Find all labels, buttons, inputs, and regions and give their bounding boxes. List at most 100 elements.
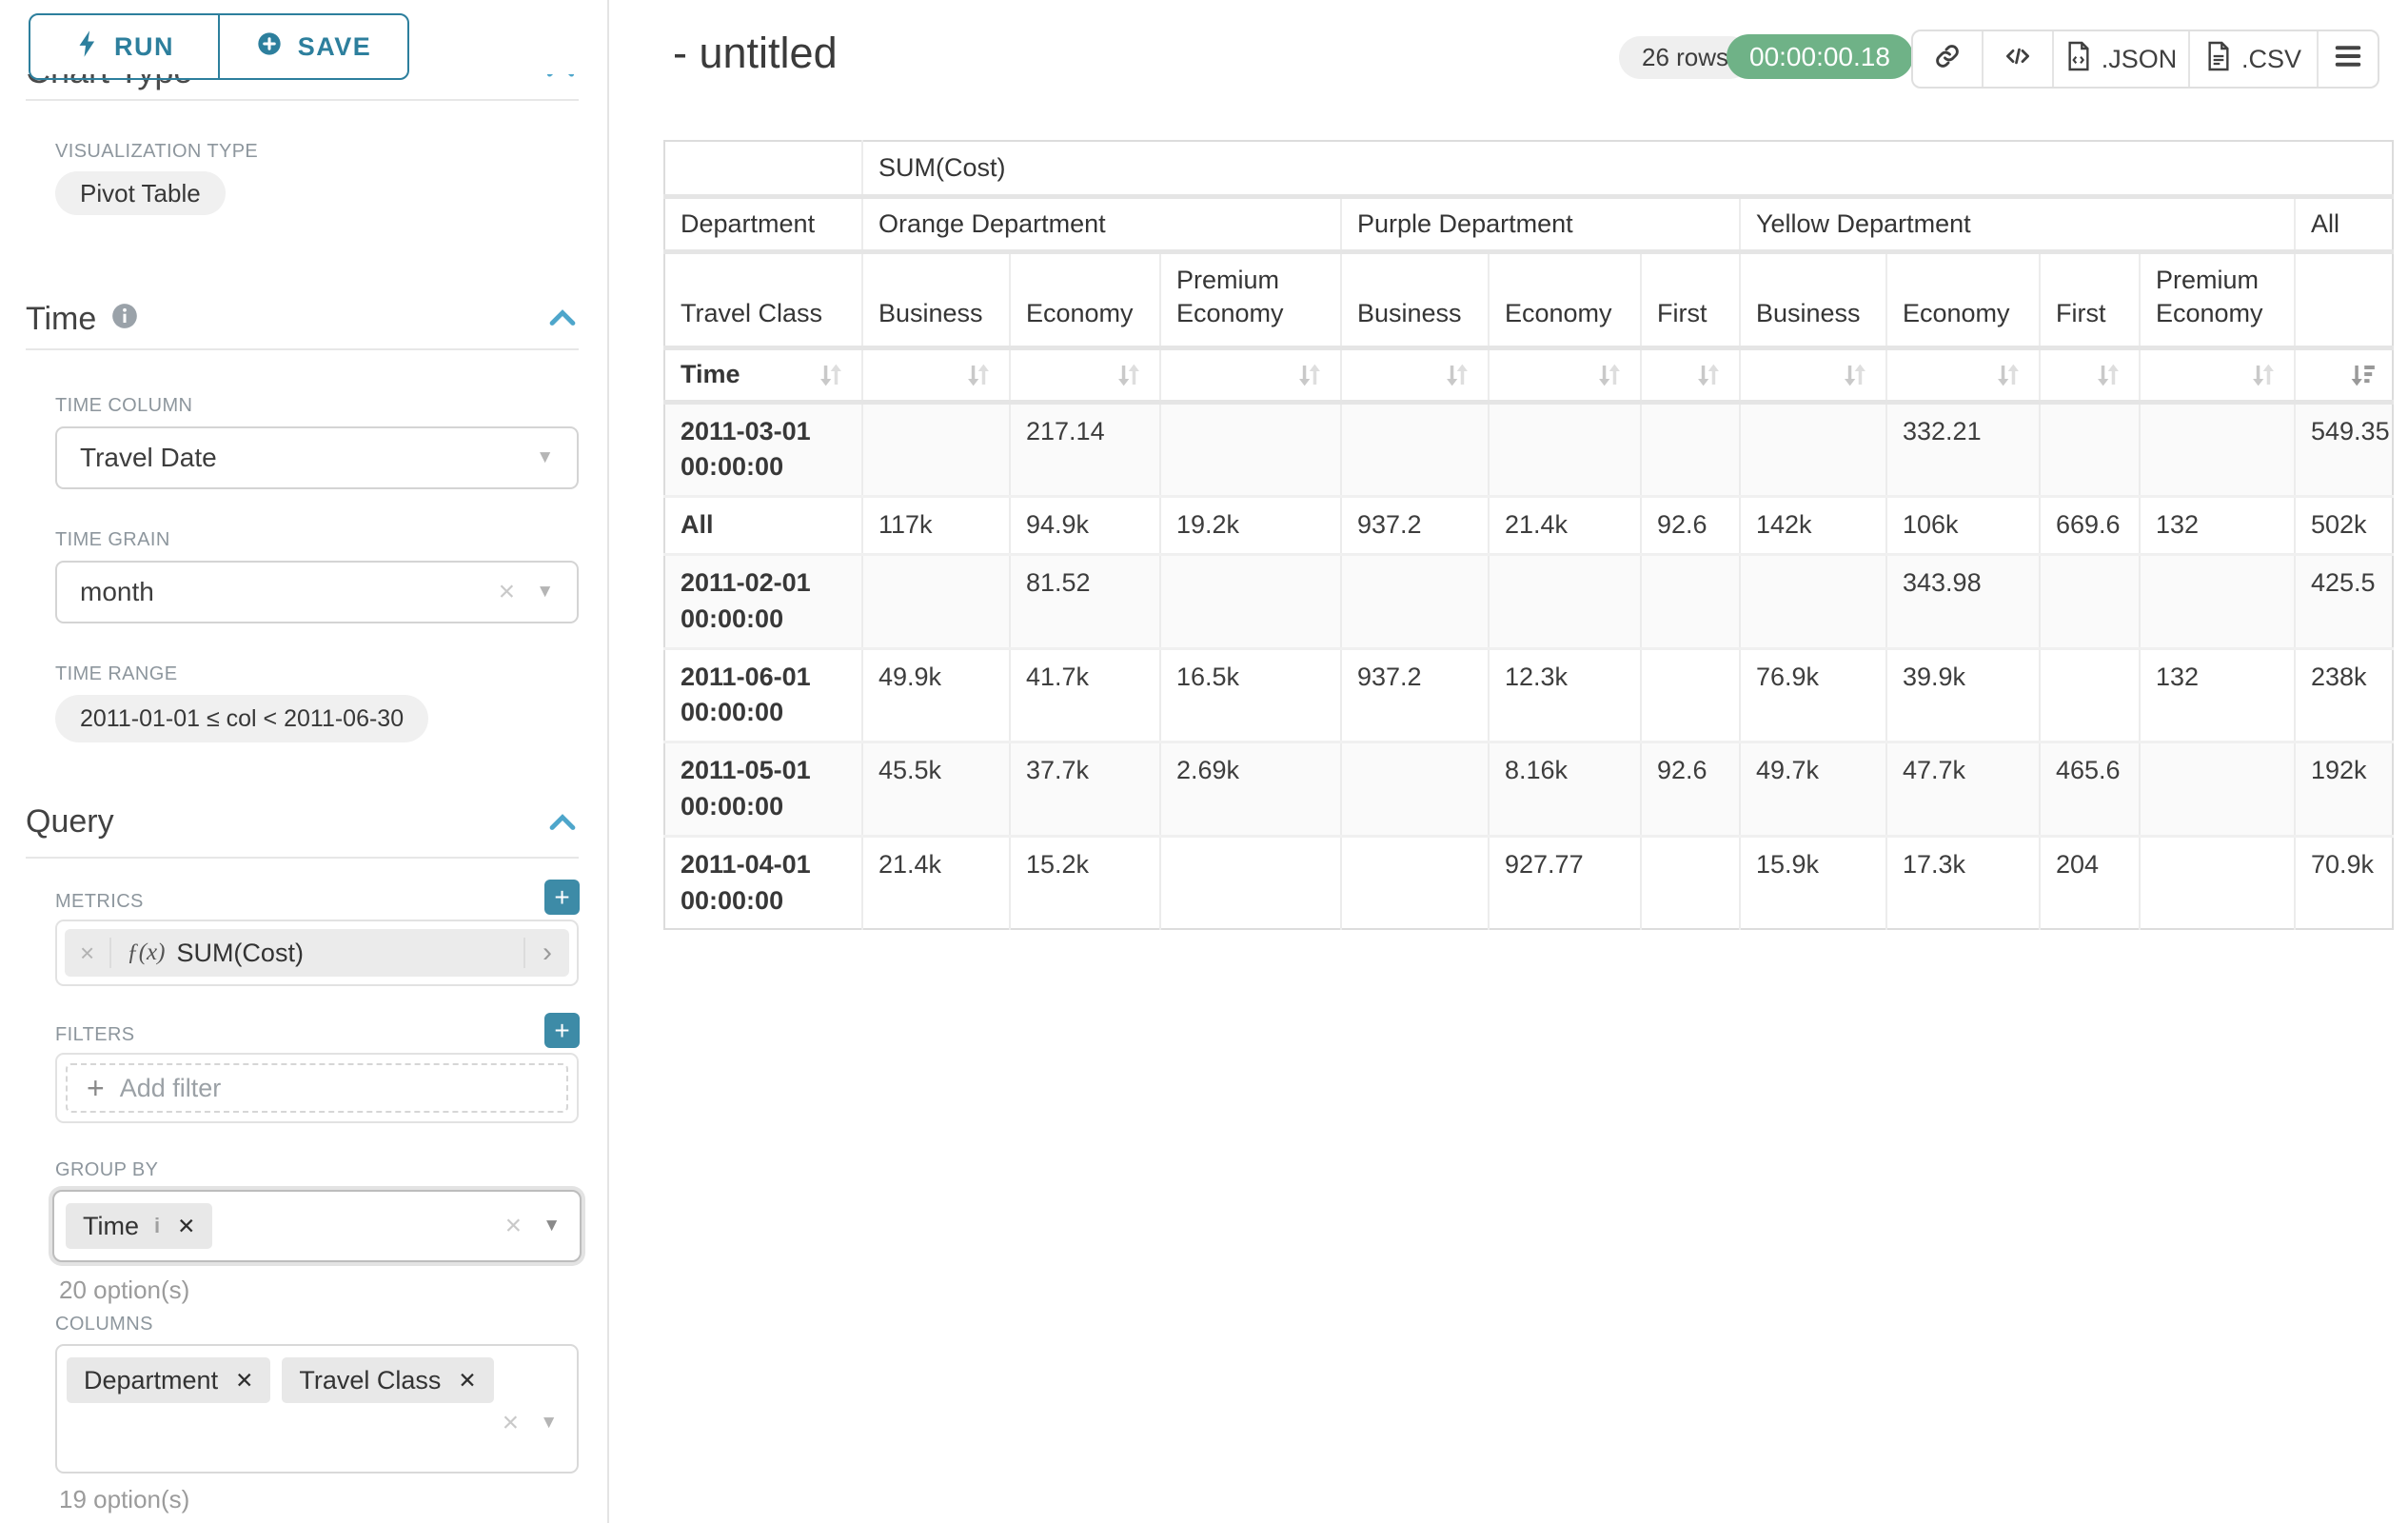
add-filter-placeholder: Add filter: [120, 1074, 222, 1103]
time-section-header[interactable]: Time: [26, 301, 138, 338]
section-divider: [26, 99, 579, 101]
embed-code-button[interactable]: [1982, 31, 2052, 87]
tag-remove-icon[interactable]: ✕: [458, 1368, 476, 1394]
export-json-button[interactable]: .JSON: [2052, 31, 2188, 87]
pivot-sort-cell: [2140, 347, 2295, 402]
pivot-cell: 238k: [2295, 648, 2393, 742]
sort-toggle-icon[interactable]: [1993, 360, 2023, 390]
pivot-cell: [2140, 555, 2295, 649]
metric-item[interactable]: × ƒ(x) SUM(Cost) ›: [65, 929, 569, 977]
pivot-cell: [862, 555, 1010, 649]
time-collapse-chevron-icon[interactable]: [548, 307, 577, 334]
save-button-label: SAVE: [298, 32, 372, 62]
sort-descending-icon[interactable]: [2346, 360, 2377, 390]
pivot-metric-header: SUM(Cost): [862, 141, 2393, 196]
pivot-cell: 37.7k: [1010, 742, 1160, 837]
clear-icon[interactable]: ×: [503, 1409, 520, 1437]
pivot-cell: 132: [2140, 497, 2295, 555]
pivot-sort-cell: [1160, 347, 1341, 402]
export-csv-button[interactable]: .CSV: [2188, 31, 2317, 87]
pivot-cell: 12.3k: [1489, 648, 1641, 742]
metric-name: SUM(Cost): [176, 939, 523, 968]
query-section-header[interactable]: Query: [26, 803, 114, 841]
share-link-button[interactable]: [1913, 31, 1982, 87]
time-column-label: TIME COLUMN: [55, 395, 192, 417]
tag-remove-icon[interactable]: ✕: [235, 1368, 253, 1394]
export-csv-label: .CSV: [2241, 45, 2301, 74]
sort-toggle-icon[interactable]: [2093, 360, 2123, 390]
csv-file-icon: [2205, 41, 2232, 78]
viz-type-pill[interactable]: Pivot Table: [55, 171, 226, 215]
pivot-group-header: All: [2295, 196, 2393, 251]
sort-toggle-icon[interactable]: [1442, 360, 1472, 390]
pivot-cell: 17.3k: [1886, 836, 2040, 929]
sort-toggle-icon[interactable]: [816, 360, 846, 390]
pivot-class-header: Business: [1341, 251, 1489, 347]
tag-label: Department: [84, 1366, 218, 1395]
pivot-cell: [1341, 555, 1489, 649]
add-filter-dropzone[interactable]: + Add filter: [66, 1063, 568, 1113]
pivot-corner-cell: [664, 141, 862, 196]
columns-select[interactable]: Department ✕ Travel Class ✕ × ▼: [55, 1344, 579, 1474]
pivot-cell: 192k: [2295, 742, 2393, 837]
pivot-cell: [1341, 742, 1489, 837]
tag-travel-class[interactable]: Travel Class ✕: [282, 1357, 493, 1403]
pivot-cell: [2140, 402, 2295, 497]
pivot-class-header: Economy: [1489, 251, 1641, 347]
pivot-class-header: Economy: [1886, 251, 2040, 347]
group-by-select[interactable]: Time i ✕ × ▼: [52, 1190, 582, 1262]
pivot-row: 2011-04-01 00:00:0021.4k15.2k927.7715.9k…: [664, 836, 2393, 929]
add-metric-button[interactable]: +: [544, 880, 580, 915]
export-json-label: .JSON: [2102, 45, 2178, 74]
tag-remove-icon[interactable]: ✕: [177, 1214, 195, 1239]
sort-toggle-icon[interactable]: [963, 360, 994, 390]
pivot-cell: 15.2k: [1010, 836, 1160, 929]
menu-button[interactable]: [2317, 31, 2378, 87]
pivot-row: 2011-06-01 00:00:0049.9k41.7k16.5k937.21…: [664, 648, 2393, 742]
pivot-row: 2011-03-01 00:00:00217.14332.21549.35: [664, 402, 2393, 497]
pivot-cell: 465.6: [2040, 742, 2140, 837]
metrics-label: METRICS: [55, 891, 144, 913]
run-button[interactable]: RUN: [30, 15, 218, 78]
tag-time[interactable]: Time i ✕: [66, 1203, 212, 1249]
clear-icon[interactable]: ×: [499, 578, 516, 606]
pivot-cell: 76.9k: [1740, 648, 1886, 742]
save-button[interactable]: SAVE: [218, 15, 407, 78]
pivot-cell: 549.35: [2295, 402, 2393, 497]
sort-toggle-icon[interactable]: [1294, 360, 1325, 390]
sort-toggle-icon[interactable]: [2248, 360, 2279, 390]
query-collapse-chevron-icon[interactable]: [548, 811, 577, 839]
tag-department[interactable]: Department ✕: [67, 1357, 270, 1403]
sort-toggle-icon[interactable]: [1693, 360, 1724, 390]
group-by-options-hint: 20 option(s): [59, 1276, 189, 1305]
chart-title[interactable]: - untitled: [673, 29, 838, 78]
pivot-cell: 47.7k: [1886, 742, 2040, 837]
pivot-cell: 16.5k: [1160, 648, 1341, 742]
pivot-cell: 927.77: [1489, 836, 1641, 929]
time-column-value: Travel Date: [80, 443, 515, 473]
pivot-cell: [2040, 402, 2140, 497]
pivot-table-container: SUM(Cost)DepartmentOrange DepartmentPurp…: [663, 140, 2394, 930]
pivot-class-header: [2295, 251, 2393, 347]
clear-icon[interactable]: ×: [505, 1212, 523, 1240]
sort-toggle-icon[interactable]: [1594, 360, 1625, 390]
time-grain-select[interactable]: month × ▼: [55, 561, 579, 623]
columns-label: COLUMNS: [55, 1314, 153, 1335]
pivot-cell: 15.9k: [1740, 836, 1886, 929]
pivot-cell: 92.6: [1641, 497, 1740, 555]
plus-icon: +: [87, 1071, 105, 1106]
pivot-cell: 81.52: [1010, 555, 1160, 649]
add-filter-button[interactable]: +: [544, 1013, 580, 1048]
remove-metric-icon[interactable]: ×: [65, 939, 109, 968]
export-toolbar: .JSON .CSV: [1911, 30, 2379, 89]
metric-expand-icon[interactable]: ›: [525, 937, 569, 969]
sort-toggle-icon[interactable]: [1840, 360, 1870, 390]
pivot-table: SUM(Cost)DepartmentOrange DepartmentPurp…: [663, 140, 2394, 930]
pivot-sort-cell: [2040, 347, 2140, 402]
pivot-cell: 70.9k: [2295, 836, 2393, 929]
sort-toggle-icon[interactable]: [1114, 360, 1144, 390]
time-column-select[interactable]: Travel Date ▼: [55, 426, 579, 489]
pivot-cell: 937.2: [1341, 648, 1489, 742]
time-range-pill[interactable]: 2011-01-01 ≤ col < 2011-06-30: [55, 695, 428, 742]
pivot-cell: [2040, 648, 2140, 742]
